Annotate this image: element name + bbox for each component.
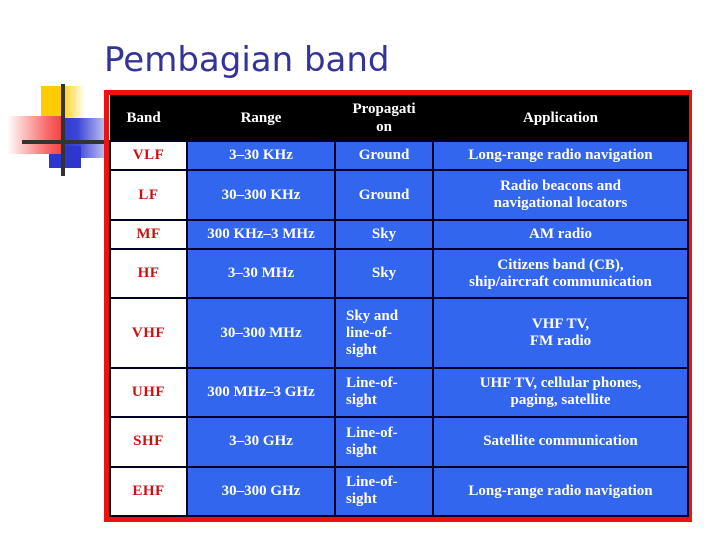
crosshair-vertical-icon [61,84,65,176]
cell-propagation: Ground [334,139,434,172]
cell-band: EHF [109,465,188,518]
cell-application: UHF TV, cellular phones, paging, satellit… [432,366,689,419]
cell-band: HF [109,248,188,300]
cell-range: 3–30 GHz [186,416,336,468]
table-row: LF 30–300 KHz Ground Radio beacons and navig… [109,169,689,221]
cell-application-line: Long-range radio navigation [468,482,653,499]
table-header: Band Range Propagati on Application [109,95,689,142]
table-row: VHF 30–300 MHz Sky and line-of-sight VHF TV,… [109,297,689,369]
cell-propagation-line: line-of- [346,324,392,341]
cell-application-line: Citizens band (CB), [497,256,624,273]
cell-propagation: Line-of-sight [334,465,434,518]
cell-application: Radio beacons and navigational locators [432,169,689,221]
table-row: UHF 300 MHz–3 GHz Line-of-sight UHF TV, cel… [109,366,689,419]
cell-propagation: Line-of-sight [334,366,434,419]
cell-band: VLF [109,139,188,172]
band-table-frame: Band Range Propagati on Application VLF 3… [104,90,692,522]
cell-band: UHF [109,366,188,419]
table-header-row: Band Range Propagati on Application [109,95,689,142]
cell-range: 30–300 GHz [186,465,336,518]
red-square-icon [7,116,63,154]
column-header-propagation-line2: on [376,119,392,135]
table-row: VLF 3–30 KHz Ground Long-range radio naviga… [109,139,689,172]
cell-application-line: navigational locators [493,195,628,212]
cell-propagation: Sky [334,248,434,300]
cell-range: 300 MHz–3 GHz [186,366,336,419]
cell-propagation-line: Sky [371,225,397,242]
cell-application-line: Radio beacons and [500,178,621,195]
column-header-propagation-line1: Propagati [352,101,416,117]
band-table: Band Range Propagati on Application VLF 3… [109,95,689,518]
cell-propagation-line: sight [346,341,377,358]
cell-application: VHF TV, FM radio [432,297,689,369]
table-row: MF 300 KHz–3 MHz Sky AM radio [109,218,689,251]
cell-propagation: Ground [334,169,434,221]
column-header-propagation: Propagati on [334,95,434,142]
cell-propagation-line: Ground [358,147,410,164]
column-header-band: Band [109,95,188,142]
slide-canvas: Pembagian band Band Range Propagati on A… [0,0,720,540]
cell-application: Long-range radio navigation [432,139,689,172]
cell-propagation-line: sight [346,491,377,508]
cell-application-line: Satellite communication [483,433,638,450]
cell-range: 30–300 KHz [186,169,336,221]
cell-propagation-line: sight [346,392,377,409]
cell-application-line: ship/aircraft communication [469,273,652,290]
cell-application-line: UHF TV, cellular phones, [479,375,642,392]
cell-propagation-line: Line-of- [346,474,398,491]
cell-propagation: Line-of-sight [334,416,434,468]
cell-propagation-line: sight [346,441,377,458]
cell-range: 3–30 MHz [186,248,336,300]
cell-propagation: Sky [334,218,434,251]
cell-application: AM radio [432,218,689,251]
cell-application-line: paging, satellite [510,392,611,409]
column-header-application: Application [432,95,689,142]
cell-application: Satellite communication [432,416,689,468]
cell-band: VHF [109,297,188,369]
cell-range: 30–300 MHz [186,297,336,369]
cell-range: 3–30 KHz [186,139,336,172]
corner-logo [0,84,119,176]
cell-band: MF [109,218,188,251]
cell-propagation-line: Sky and [346,307,399,324]
table-row: SHF 3–30 GHz Line-of-sight Satellite commun… [109,416,689,468]
cell-application: Long-range radio navigation [432,465,689,518]
cell-application-line: AM radio [529,225,592,242]
cell-application-line: Long-range radio navigation [468,147,653,164]
cell-propagation-line: Line-of- [346,424,398,441]
cell-application: Citizens band (CB), ship/aircraft communi… [432,248,689,300]
table-row: EHF 30–300 GHz Line-of-sight Long-range rad… [109,465,689,518]
cell-band: SHF [109,416,188,468]
cell-band: LF [109,169,188,221]
cell-application-line: FM radio [529,333,592,350]
table-row: HF 3–30 MHz Sky Citizens band (CB), ship/air… [109,248,689,300]
table-body: VLF 3–30 KHz Ground Long-range radio naviga… [109,139,689,518]
cell-propagation-line: Sky [371,265,397,282]
cell-propagation-line: Line-of- [346,375,398,392]
page-title: Pembagian band [104,40,390,80]
cell-propagation: Sky and line-of-sight [334,297,434,369]
cell-propagation-line: Ground [358,186,410,203]
column-header-range: Range [186,95,336,142]
cell-range: 300 KHz–3 MHz [186,218,336,251]
cell-application-line: VHF TV, [531,316,590,333]
